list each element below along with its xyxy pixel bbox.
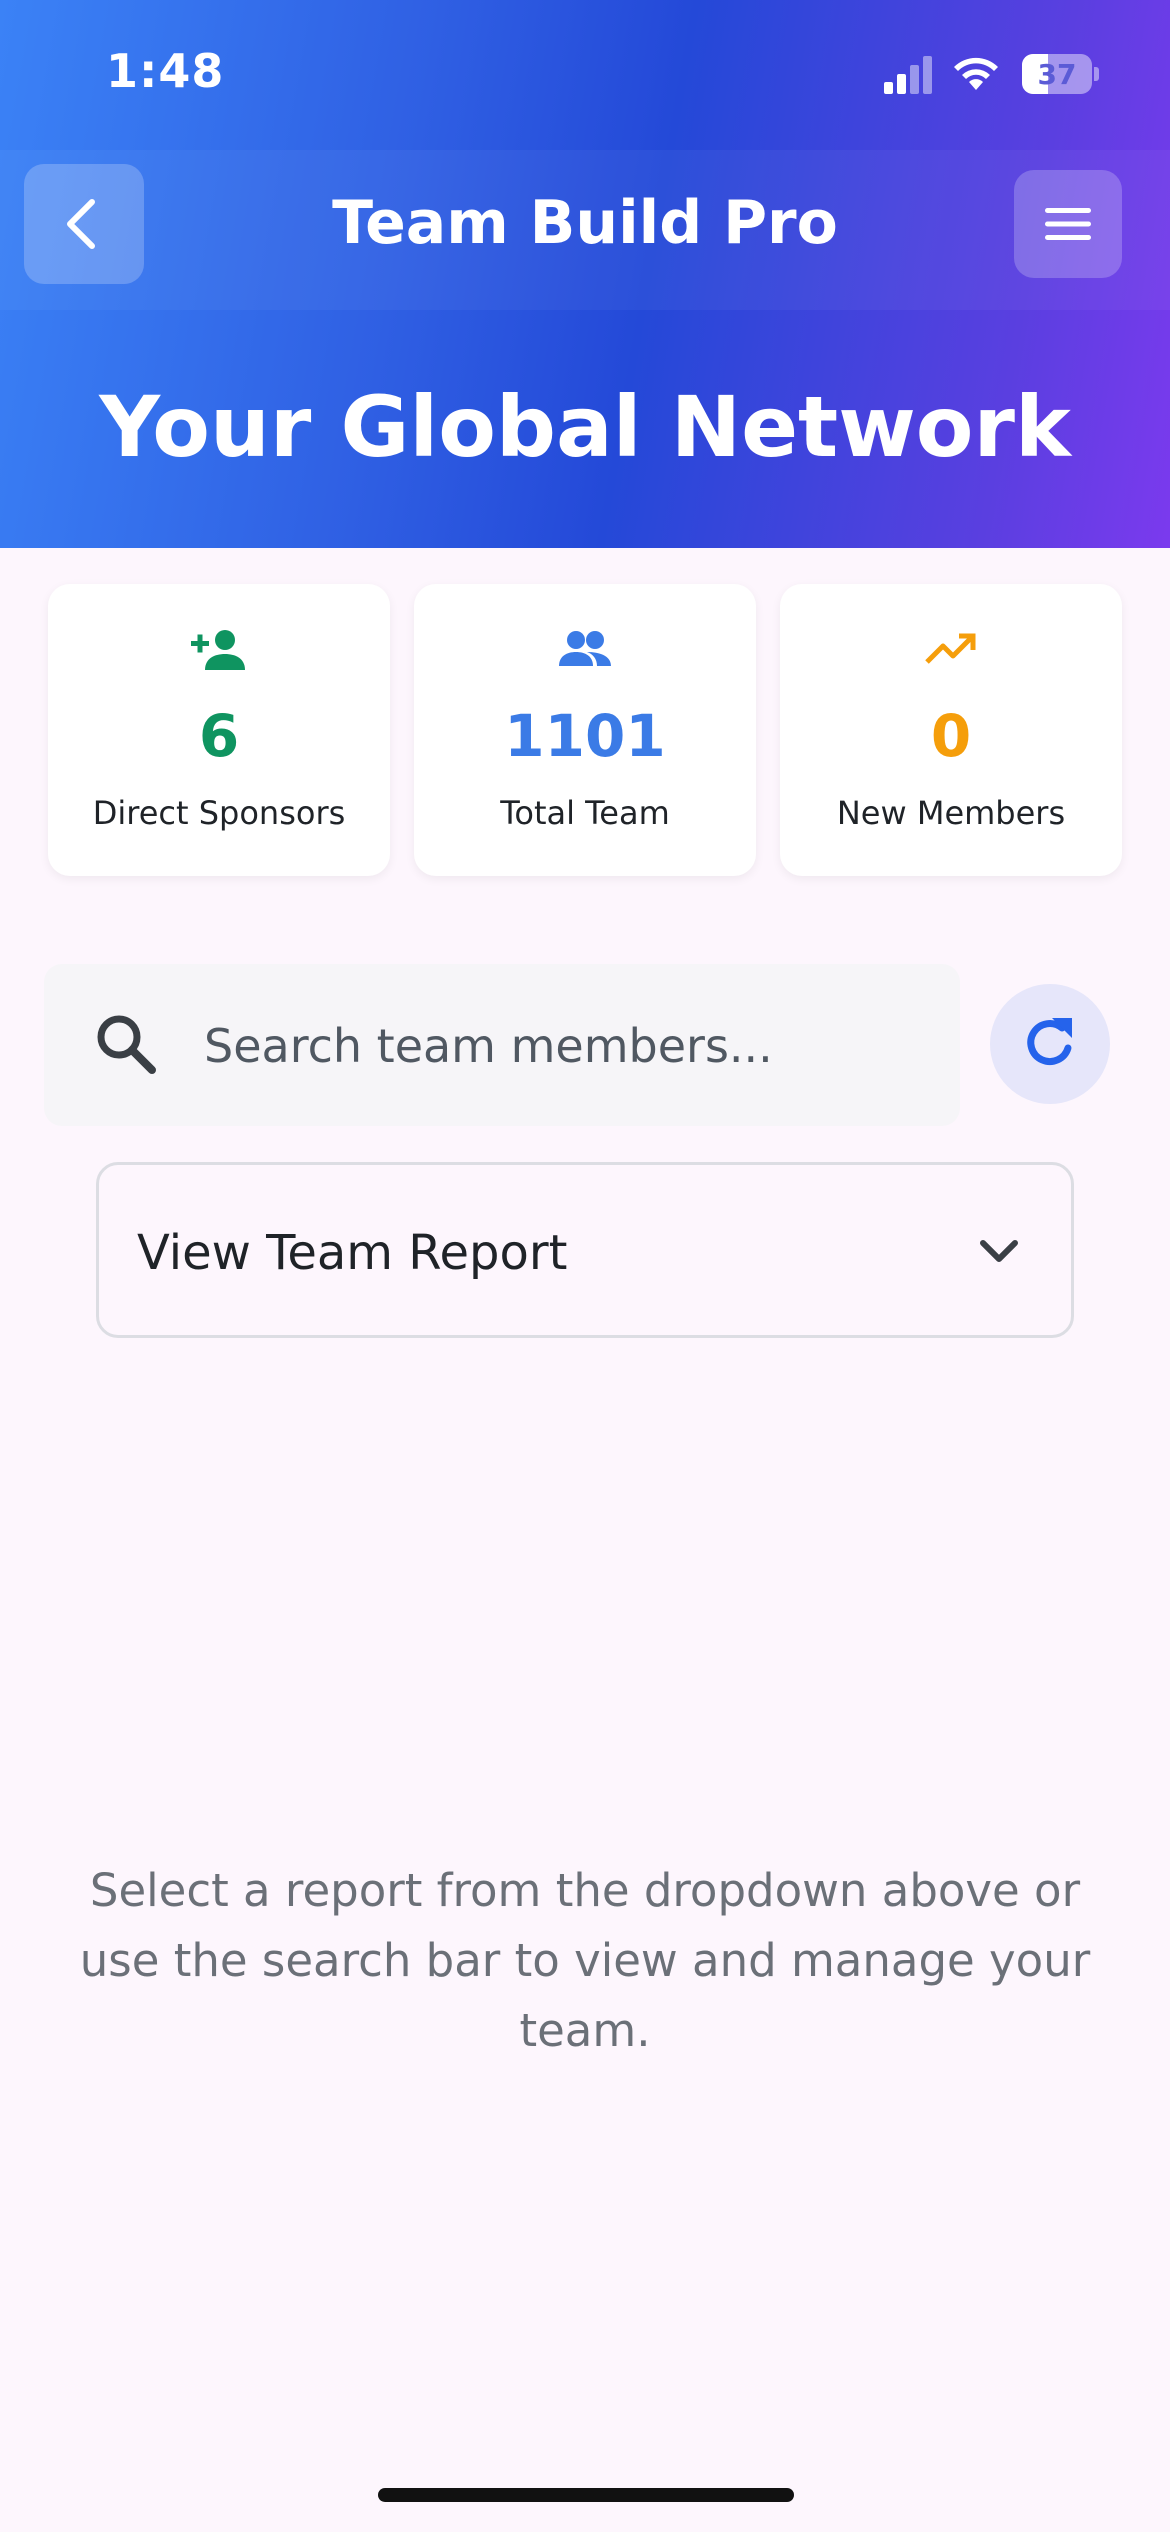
refresh-icon — [1027, 1018, 1072, 1066]
wifi-icon — [954, 57, 998, 90]
stat-card-direct-sponsors[interactable]: 6 Direct Sponsors — [48, 584, 390, 876]
search-bar[interactable] — [44, 964, 960, 1126]
hamburger-menu-icon — [1045, 208, 1091, 240]
cellular-signal-icon — [884, 56, 932, 94]
stats-row: 6 Direct Sponsors 1101 Total Team 0 New … — [48, 584, 1122, 876]
home-indicator[interactable] — [378, 2488, 794, 2502]
stat-icon-wrap — [414, 626, 756, 686]
status-time: 1:48 — [106, 44, 225, 98]
stat-label: Total Team — [500, 794, 670, 832]
group-icon — [559, 631, 611, 666]
battery-percent: 37 — [1037, 58, 1077, 91]
battery-cap — [1094, 67, 1099, 81]
search-icon — [97, 1015, 156, 1074]
stat-value: 0 — [930, 702, 972, 770]
empty-state-message: Select a report from the dropdown above … — [79, 1864, 1091, 2057]
stat-label: Direct Sponsors — [92, 794, 346, 832]
stat-label: New Members — [836, 794, 1066, 832]
app-title: Team Build Pro — [332, 188, 838, 258]
report-dropdown-label: View Team Report — [137, 1225, 568, 1281]
stat-card-total-team[interactable]: 1101 Total Team — [414, 584, 756, 876]
header: 1:48 37 Team Build Pro Your Global Netwo… — [0, 0, 1170, 548]
stat-value: 1101 — [504, 702, 666, 770]
stat-card-new-members[interactable]: 0 New Members — [780, 584, 1122, 876]
stat-value: 6 — [198, 702, 240, 770]
status-bar: 1:48 37 — [0, 0, 1170, 150]
status-icons: 37 — [884, 52, 1114, 98]
stat-icon-wrap — [48, 626, 390, 686]
battery-icon: 37 — [1022, 54, 1092, 94]
trending-up-icon — [925, 633, 976, 664]
menu-button[interactable] — [1014, 170, 1122, 278]
stat-icon-wrap — [780, 626, 1122, 686]
person-add-icon — [191, 630, 245, 670]
chevron-down-icon — [980, 1240, 1018, 1262]
report-dropdown[interactable]: View Team Report — [96, 1162, 1074, 1338]
search-input[interactable] — [204, 1004, 924, 1088]
app-bar: Team Build Pro — [0, 150, 1170, 310]
hero-title: Your Global Network — [99, 378, 1071, 476]
refresh-button[interactable] — [990, 984, 1110, 1104]
